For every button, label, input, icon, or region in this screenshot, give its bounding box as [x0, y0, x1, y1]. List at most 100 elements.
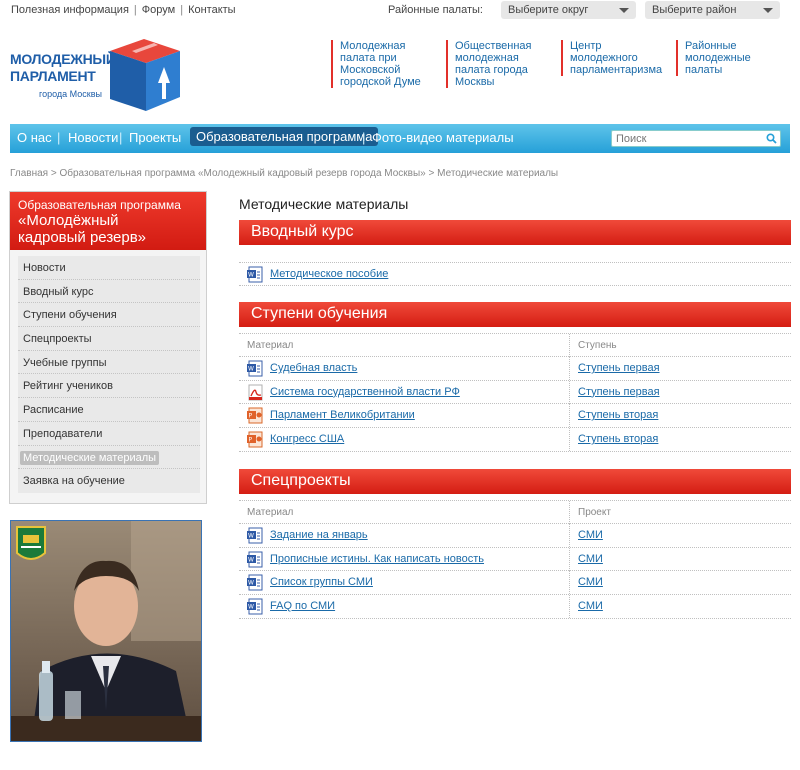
material-link[interactable]: Методическое пособие: [270, 268, 388, 280]
svg-text:P: P: [249, 413, 253, 420]
sidebar-item-label: Рейтинг учеников: [23, 380, 113, 393]
sidebar-title-line-3: кадровый резерв»: [18, 229, 147, 246]
raion-select[interactable]: Выберите район: [645, 1, 780, 19]
table-row: W FAQ по СМИ СМИ: [239, 595, 791, 619]
table-row: P Парламент Великобритании Ступень втора…: [239, 404, 791, 429]
svg-text:W: W: [248, 366, 254, 373]
raion-select-value: Выберите район: [652, 4, 737, 16]
separator: |: [362, 130, 366, 145]
material-link[interactable]: Прописные истины. Как написать новость: [270, 553, 484, 565]
top-link-info[interactable]: Полезная информация: [11, 4, 129, 16]
separator: |: [57, 130, 61, 145]
svg-text:W: W: [248, 580, 254, 587]
sidebar-item-label: Вводный курс: [23, 285, 94, 298]
search-icon[interactable]: [766, 133, 777, 144]
sidebar-item-apply[interactable]: Заявка на обучение: [18, 469, 200, 493]
sidebar-item-teachers[interactable]: Преподаватели: [18, 422, 200, 446]
table-row: Система государственной власти РФ Ступен…: [239, 380, 791, 405]
material-link[interactable]: Задание на январь: [270, 529, 368, 541]
okrug-select[interactable]: Выберите округ: [501, 1, 636, 19]
sidebar-item-news[interactable]: Новости: [18, 256, 200, 280]
svg-text:W: W: [248, 604, 254, 611]
column-divider: [569, 334, 570, 357]
table-stages: Материал Ступень W Судебная власть Ступе…: [239, 333, 791, 452]
sidebar-item-label: Учебные группы: [23, 356, 107, 369]
sidebar-item-special-projects[interactable]: Спецпроекты: [18, 327, 200, 351]
sidebar-header: Образовательная программа «Молодёжный ка…: [10, 192, 206, 250]
top-link-contacts[interactable]: Контакты: [188, 4, 236, 16]
stage-link[interactable]: Ступень первая: [578, 362, 660, 374]
breadcrumb-separator: >: [428, 168, 435, 179]
sidebar-item-rating[interactable]: Рейтинг учеников: [18, 374, 200, 399]
project-link[interactable]: СМИ: [578, 576, 603, 588]
page-title: Методические материалы: [239, 196, 409, 212]
header-link-district-chambers[interactable]: Районные молодежные палаты: [676, 40, 785, 76]
separator: |: [119, 130, 123, 145]
column-divider: [569, 595, 570, 619]
breadcrumb-home[interactable]: Главная: [10, 168, 48, 179]
svg-text:W: W: [248, 272, 254, 279]
nav-item-education[interactable]: Образовательная программа: [190, 127, 379, 146]
sidebar-item-label: Преподаватели: [23, 427, 103, 440]
table-row: W Задание на январь СМИ: [239, 524, 791, 548]
header-link-label: Молодежная палата при Московской городск…: [340, 40, 421, 88]
material-link[interactable]: Система государственной власти РФ: [270, 386, 460, 398]
nav-item-projects[interactable]: Проекты: [129, 130, 181, 145]
nav-item-media[interactable]: Фото-видео материалы: [372, 130, 514, 145]
sidebar: Образовательная программа «Молодёжный ка…: [9, 191, 207, 504]
stage-link[interactable]: Ступень вторая: [578, 433, 658, 445]
logo-line-2: ПАРЛАМЕНТ: [10, 68, 96, 84]
column-header-material: Материал: [247, 340, 294, 351]
breadcrumb-current[interactable]: Методические материалы: [437, 168, 558, 179]
stage-link[interactable]: Ступень вторая: [578, 409, 658, 421]
project-link[interactable]: СМИ: [578, 529, 603, 541]
material-link[interactable]: Парламент Великобритании: [270, 409, 415, 421]
sidebar-item-stages[interactable]: Ступени обучения: [18, 303, 200, 328]
chevron-down-icon: [763, 8, 773, 13]
header-link-label: Общественная молодежная палата города Мо…: [455, 40, 532, 88]
column-header-material: Материал: [247, 507, 294, 518]
sidebar-item-groups[interactable]: Учебные группы: [18, 351, 200, 375]
material-link[interactable]: FAQ по СМИ: [270, 600, 335, 612]
pdf-file-icon: [248, 384, 263, 401]
sidebar-item-materials[interactable]: Методические материалы: [18, 446, 200, 470]
sidebar-title-line-2: «Молодёжный: [18, 212, 119, 229]
table-header: Материал Ступень: [239, 333, 791, 357]
site-logo[interactable]: МОЛОДЕЖНЫЙ ПАРЛАМЕНТ города Москвы: [10, 37, 180, 115]
header-link-youth-chamber-duma[interactable]: Молодежная палата при Московской городск…: [331, 40, 440, 88]
header-link-public-chamber[interactable]: Общественная молодежная палата города Мо…: [446, 40, 555, 88]
table-row: W Методическое пособие: [239, 262, 791, 286]
material-link[interactable]: Конгресс США: [270, 433, 344, 445]
doc-file-icon: W: [247, 598, 263, 615]
person-photo: [11, 521, 201, 741]
project-link[interactable]: СМИ: [578, 600, 603, 612]
header-link-center[interactable]: Центр молодежного парламентаризма: [561, 40, 670, 76]
material-link[interactable]: Список группы СМИ: [270, 576, 373, 588]
sidebar-title-line-1: Образовательная программа: [18, 198, 181, 212]
top-links: Полезная информация | Форум | Контакты: [11, 4, 236, 16]
table-header: Материал Проект: [239, 500, 791, 524]
section-heading-stages: Ступени обучения: [239, 302, 791, 327]
header-link-label: Районные молодежные палаты: [685, 40, 751, 76]
stage-link[interactable]: Ступень первая: [578, 386, 660, 398]
column-divider: [569, 404, 570, 428]
table-row: W Судебная власть Ступень первая: [239, 357, 791, 381]
nav-item-news[interactable]: Новости: [68, 130, 118, 145]
breadcrumb-program[interactable]: Образовательная программа «Молодежный ка…: [59, 168, 425, 179]
search-box: [611, 130, 781, 147]
section-heading-special: Спецпроекты: [239, 469, 791, 494]
table-intro: W Методическое пособие: [239, 262, 791, 286]
sidebar-item-schedule[interactable]: Расписание: [18, 398, 200, 422]
breadcrumb: Главная > Образовательная программа «Мол…: [10, 168, 558, 179]
material-link[interactable]: Судебная власть: [270, 362, 357, 374]
header-link-label: Центр молодежного парламентаризма: [570, 40, 663, 76]
logo-cube-icon: [110, 39, 180, 111]
search-input[interactable]: [614, 131, 762, 146]
table-row: W Прописные истины. Как написать новость…: [239, 547, 791, 572]
nav-item-about[interactable]: О нас: [17, 130, 52, 145]
sidebar-item-label: Ступени обучения: [23, 309, 117, 322]
project-link[interactable]: СМИ: [578, 553, 603, 565]
top-link-forum[interactable]: Форум: [142, 4, 175, 16]
column-divider: [569, 547, 570, 571]
sidebar-item-intro-course[interactable]: Вводный курс: [18, 280, 200, 304]
